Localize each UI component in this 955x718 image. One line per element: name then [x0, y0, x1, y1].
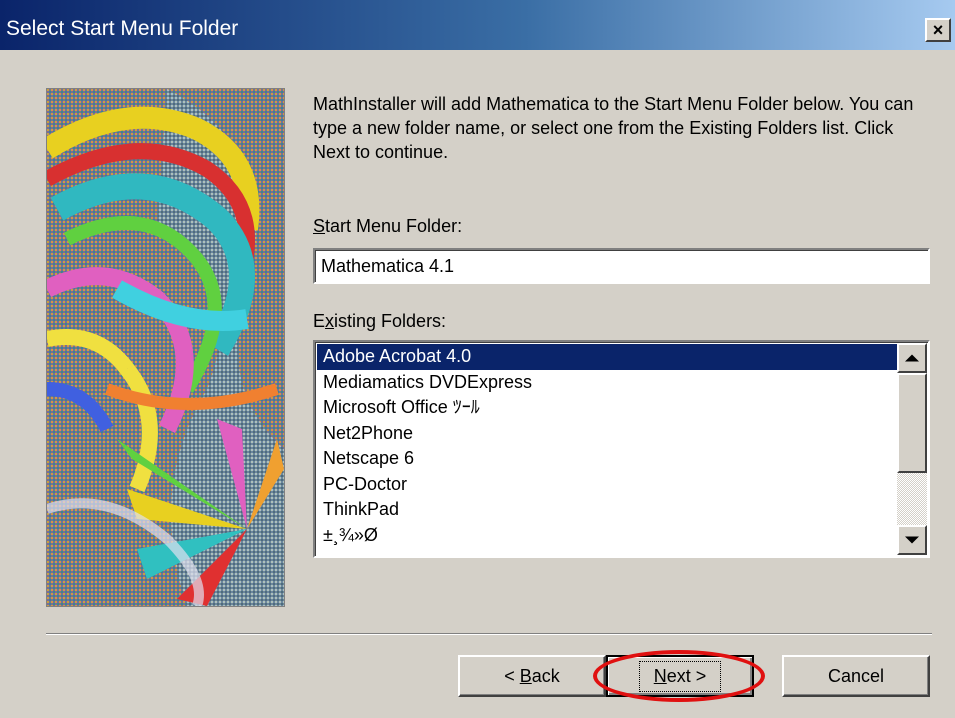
close-icon: ×: [932, 20, 944, 40]
existing-folders-items: Adobe Acrobat 4.0 Mediamatics DVDExpress…: [317, 344, 899, 548]
existing-folders-label-text: isting Folders:: [334, 311, 447, 331]
existing-folders-label: Existing Folders:: [313, 310, 446, 332]
list-item[interactable]: Microsoft Office ﾂｰﾙ: [317, 395, 899, 421]
back-button-mnemonic: B: [519, 665, 532, 686]
back-button-prefix: <: [504, 665, 520, 686]
close-button[interactable]: ×: [925, 18, 951, 42]
next-button-focus: Next >: [638, 660, 722, 692]
scroll-down-button[interactable]: [897, 525, 927, 555]
title-bar: Select Start Menu Folder ×: [0, 0, 955, 50]
back-button[interactable]: < Back: [458, 655, 606, 697]
list-scrollbar[interactable]: [897, 343, 927, 555]
installer-artwork: [46, 88, 285, 607]
divider: [46, 633, 932, 635]
start-menu-folder-label-text: tart Menu Folder:: [325, 216, 463, 236]
list-item[interactable]: PC-Doctor: [317, 472, 899, 498]
list-item[interactable]: Mediamatics DVDExpress: [317, 370, 899, 396]
back-button-text: ack: [531, 665, 560, 686]
start-menu-folder-input[interactable]: [313, 248, 930, 284]
list-item[interactable]: Netscape 6: [317, 446, 899, 472]
cancel-button[interactable]: Cancel: [782, 655, 930, 697]
existing-folders-label-mnemonic: x: [325, 311, 335, 331]
list-item[interactable]: Adobe Acrobat 4.0: [317, 344, 899, 370]
existing-folders-label-start: E: [313, 311, 326, 331]
existing-folders-list[interactable]: Adobe Acrobat 4.0 Mediamatics DVDExpress…: [313, 340, 930, 558]
window-title: Select Start Menu Folder: [6, 17, 239, 40]
next-button-text: ext >: [666, 665, 707, 686]
instructions-text: MathInstaller will add Mathematica to th…: [313, 94, 914, 162]
scroll-up-button[interactable]: [897, 343, 927, 373]
list-item[interactable]: ThinkPad: [317, 497, 899, 523]
scroll-thumb[interactable]: [897, 373, 927, 473]
arrow-down-icon: [905, 536, 919, 544]
next-button[interactable]: Next >: [606, 655, 754, 697]
next-button-mnemonic: N: [653, 665, 667, 686]
list-item[interactable]: Net2Phone: [317, 421, 899, 447]
start-menu-folder-label: Start Menu Folder:: [313, 215, 462, 237]
arrow-up-icon: [905, 354, 919, 362]
start-menu-folder-label-mnemonic: S: [313, 216, 326, 236]
installer-artwork-graphic: [47, 89, 284, 606]
list-item[interactable]: ±¸¾»Ø: [317, 523, 899, 549]
